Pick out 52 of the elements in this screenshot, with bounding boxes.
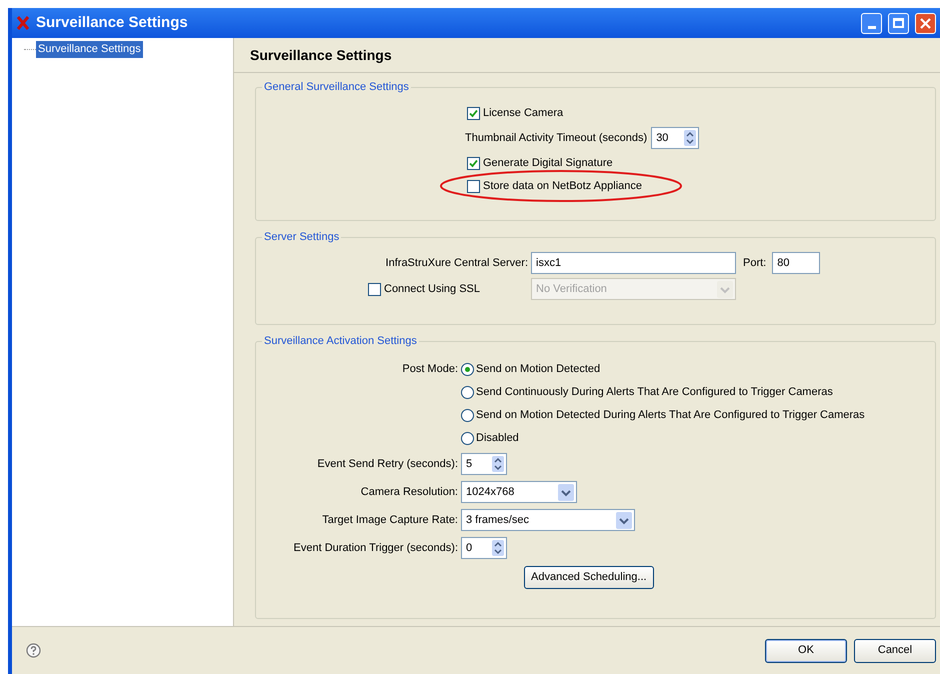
radio-label: Disabled (476, 430, 519, 446)
spinner-field[interactable]: 0 (461, 537, 507, 559)
radio-label: Send Continuously During Alerts That Are Configured to Trigger Cameras (476, 384, 833, 400)
spinner-field[interactable]: 5 (461, 453, 507, 475)
chevron-down-icon (616, 512, 632, 528)
dialog-button[interactable]: Cancel (854, 638, 936, 662)
checkbox-label: Generate Digital Signature (483, 156, 613, 171)
minimize-button[interactable] (861, 12, 882, 34)
chevron-down-icon (558, 484, 574, 500)
server-input[interactable]: isxc1 (531, 252, 736, 274)
checkbox[interactable] (467, 156, 480, 170)
radio-label: Send on Motion Detected During Alerts That Are Configured to Trigger Cameras (476, 408, 865, 423)
checkbox-label: Store data on NetBotz Appliance (483, 178, 642, 194)
maximize-button[interactable] (888, 12, 909, 34)
group-title: General Surveillance Settings (262, 80, 411, 94)
chevron-down-icon (717, 280, 733, 298)
group-title: Server Settings (262, 230, 342, 244)
app-x-icon (16, 16, 30, 30)
radio-label: Send on Motion Detected (476, 362, 600, 377)
field-label: Target Image Capture Rate: (321, 512, 459, 528)
radio-button[interactable] (461, 408, 474, 422)
radio-button[interactable] (461, 362, 474, 376)
close-button[interactable] (915, 12, 936, 34)
field-label: Port: (743, 256, 766, 271)
advanced-scheduling-button[interactable]: Advanced Scheduling... (524, 566, 654, 589)
field-label: Thumbnail Activity Timeout (seconds) (465, 130, 648, 146)
tree-item[interactable]: Surveillance Settings (36, 41, 143, 58)
port-input[interactable]: 80 (772, 252, 820, 274)
help-icon[interactable] (26, 643, 41, 658)
field-label: Event Duration Trigger (seconds): (292, 540, 459, 556)
checkbox[interactable] (467, 180, 480, 192)
field-label: Camera Resolution: (360, 484, 459, 500)
field-label: Event Send Retry (seconds): (316, 456, 459, 472)
spinner-arrows-icon (492, 540, 504, 556)
dropdown[interactable]: 3 frames/sec (461, 509, 635, 531)
group-title: Surveillance Activation Settings (262, 334, 419, 348)
checkbox[interactable] (368, 282, 381, 296)
checkbox[interactable] (467, 106, 480, 120)
field-label: InfraStruXure Central Server: (384, 256, 528, 271)
dropdown[interactable]: 1024x768 (461, 481, 577, 503)
field-label: Post Mode: (401, 362, 459, 377)
spinner-field[interactable]: 30 (651, 127, 700, 149)
spinner-arrows-icon (684, 130, 696, 146)
dialog-button[interactable]: OK (765, 638, 847, 662)
radio-button[interactable] (461, 432, 474, 444)
radio-button[interactable] (461, 386, 474, 398)
close-icon (920, 18, 931, 28)
spinner-arrows-icon (492, 456, 504, 472)
page-title: Surveillance Settings (250, 46, 392, 65)
checkbox-label: Connect Using SSL (384, 282, 480, 297)
checkbox-label: License Camera (483, 106, 564, 121)
window-title: Surveillance Settings (36, 12, 189, 33)
